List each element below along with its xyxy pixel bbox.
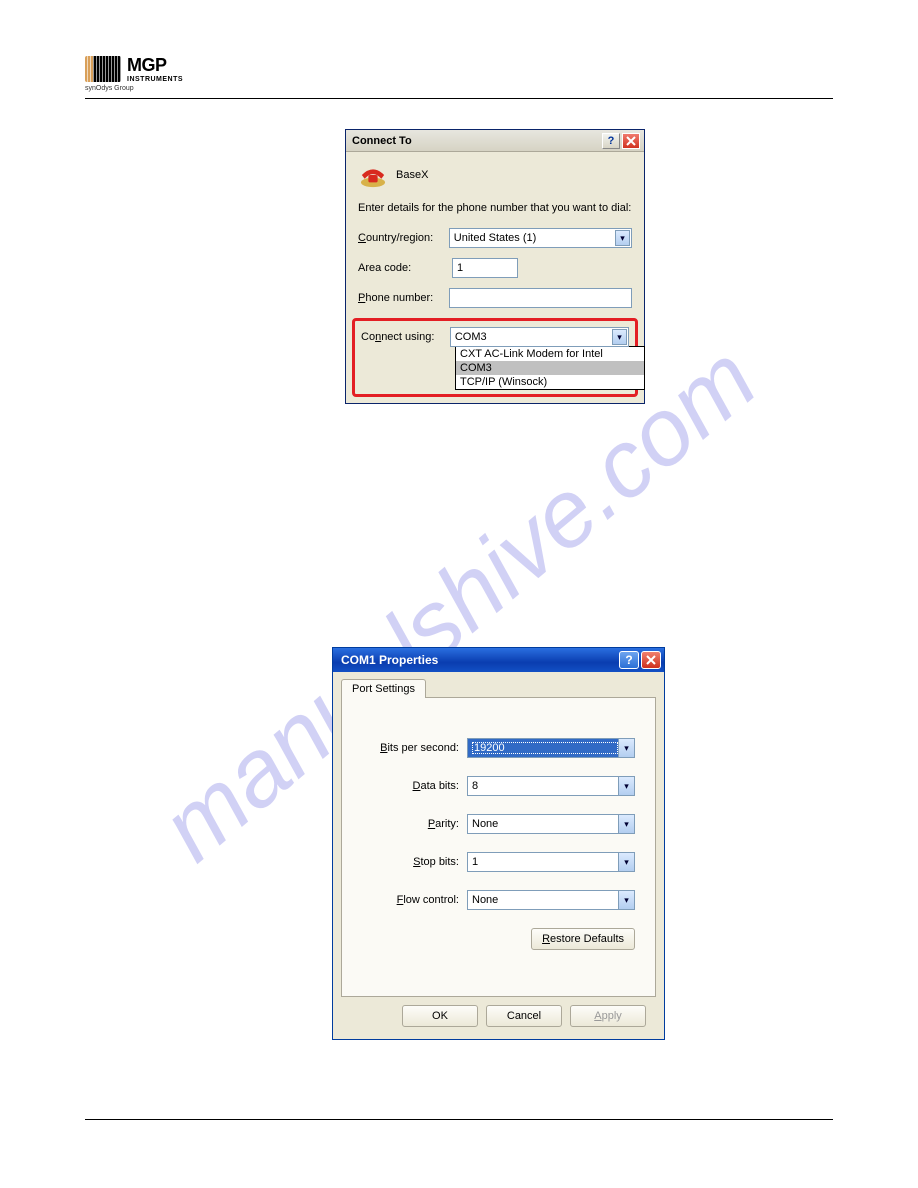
close-icon	[626, 136, 636, 146]
cancel-button[interactable]: Cancel	[486, 1005, 562, 1027]
connect-using-dropdown[interactable]: CXT AC-Link Modem for Intel COM3 TCP/IP …	[455, 346, 645, 390]
logo-graphic-icon	[85, 56, 121, 82]
chevron-down-icon: ▾	[612, 329, 627, 345]
titlebar[interactable]: Connect To ?	[346, 130, 644, 152]
help-button[interactable]: ?	[602, 133, 620, 149]
data-bits-label: Data bits:	[413, 780, 459, 792]
phone-icon	[358, 162, 388, 188]
country-combo[interactable]: United States (1) ▾	[449, 228, 632, 248]
data-bits-value: 8	[472, 780, 618, 792]
chevron-down-icon: ▾	[618, 891, 634, 909]
stop-bits-combo[interactable]: 1 ▾	[467, 852, 635, 872]
area-code-input[interactable]: 1	[452, 258, 518, 278]
bits-per-second-label: Bits per second:	[380, 742, 459, 754]
highlight-annotation: Connect using: COM3 ▾ CXT AC-Link Modem …	[352, 318, 638, 397]
area-code-label: Area code:	[358, 262, 444, 274]
dialog-title: Connect To	[352, 135, 412, 147]
chevron-down-icon: ▾	[615, 230, 630, 246]
country-value: United States (1)	[454, 232, 537, 244]
divider-bottom	[85, 1119, 833, 1120]
logo-sub: INSTRUMENTS	[127, 76, 183, 83]
help-button[interactable]: ?	[619, 651, 639, 669]
chevron-down-icon: ▾	[618, 777, 634, 795]
connect-using-combo[interactable]: COM3 ▾	[450, 327, 629, 347]
connect-to-dialog: Connect To ?	[345, 129, 645, 404]
dropdown-option[interactable]: TCP/IP (Winsock)	[456, 375, 644, 389]
bits-per-second-combo[interactable]: 19200 ▾	[467, 738, 635, 758]
phone-number-label: Phone number:	[358, 292, 441, 304]
area-code-value: 1	[457, 262, 463, 274]
phone-number-input[interactable]	[449, 288, 632, 308]
ok-button[interactable]: OK	[402, 1005, 478, 1027]
apply-button[interactable]: Apply	[570, 1005, 646, 1027]
tab-port-settings[interactable]: Port Settings	[341, 679, 426, 698]
chevron-down-icon: ▾	[618, 815, 634, 833]
chevron-down-icon: ▾	[618, 739, 634, 757]
parity-label: Parity:	[428, 818, 459, 830]
dropdown-option[interactable]: CXT AC-Link Modem for Intel	[456, 347, 644, 361]
titlebar[interactable]: COM1 Properties ?	[333, 648, 664, 672]
close-icon	[646, 655, 656, 665]
dropdown-option-selected[interactable]: COM3	[456, 361, 644, 375]
restore-defaults-button[interactable]: Restore Defaults	[531, 928, 635, 950]
country-label: Country/region:	[358, 232, 441, 244]
connection-name: BaseX	[396, 169, 428, 181]
dialog-title: COM1 Properties	[341, 653, 438, 667]
logo: MGP INSTRUMENTS synOdys Group	[85, 55, 833, 92]
bits-per-second-value: 19200	[472, 742, 618, 754]
flow-control-combo[interactable]: None ▾	[467, 890, 635, 910]
connect-using-value: COM3	[455, 331, 487, 343]
connect-using-label: Connect using:	[361, 331, 442, 343]
data-bits-combo[interactable]: 8 ▾	[467, 776, 635, 796]
chevron-down-icon: ▾	[618, 853, 634, 871]
parity-combo[interactable]: None ▾	[467, 814, 635, 834]
logo-group: synOdys Group	[85, 85, 833, 92]
close-button[interactable]	[622, 133, 640, 149]
close-button[interactable]	[641, 651, 661, 669]
com-properties-dialog: COM1 Properties ? Port Settings Bits per…	[332, 647, 665, 1040]
logo-brand: MGP	[127, 55, 183, 76]
parity-value: None	[472, 818, 618, 830]
port-settings-panel: Bits per second: 19200 ▾ Data bits: 8 ▾	[341, 697, 656, 997]
flow-control-value: None	[472, 894, 618, 906]
flow-control-label: Flow control:	[397, 894, 459, 906]
instruction-text: Enter details for the phone number that …	[358, 202, 632, 214]
stop-bits-label: Stop bits:	[413, 856, 459, 868]
stop-bits-value: 1	[472, 856, 618, 868]
